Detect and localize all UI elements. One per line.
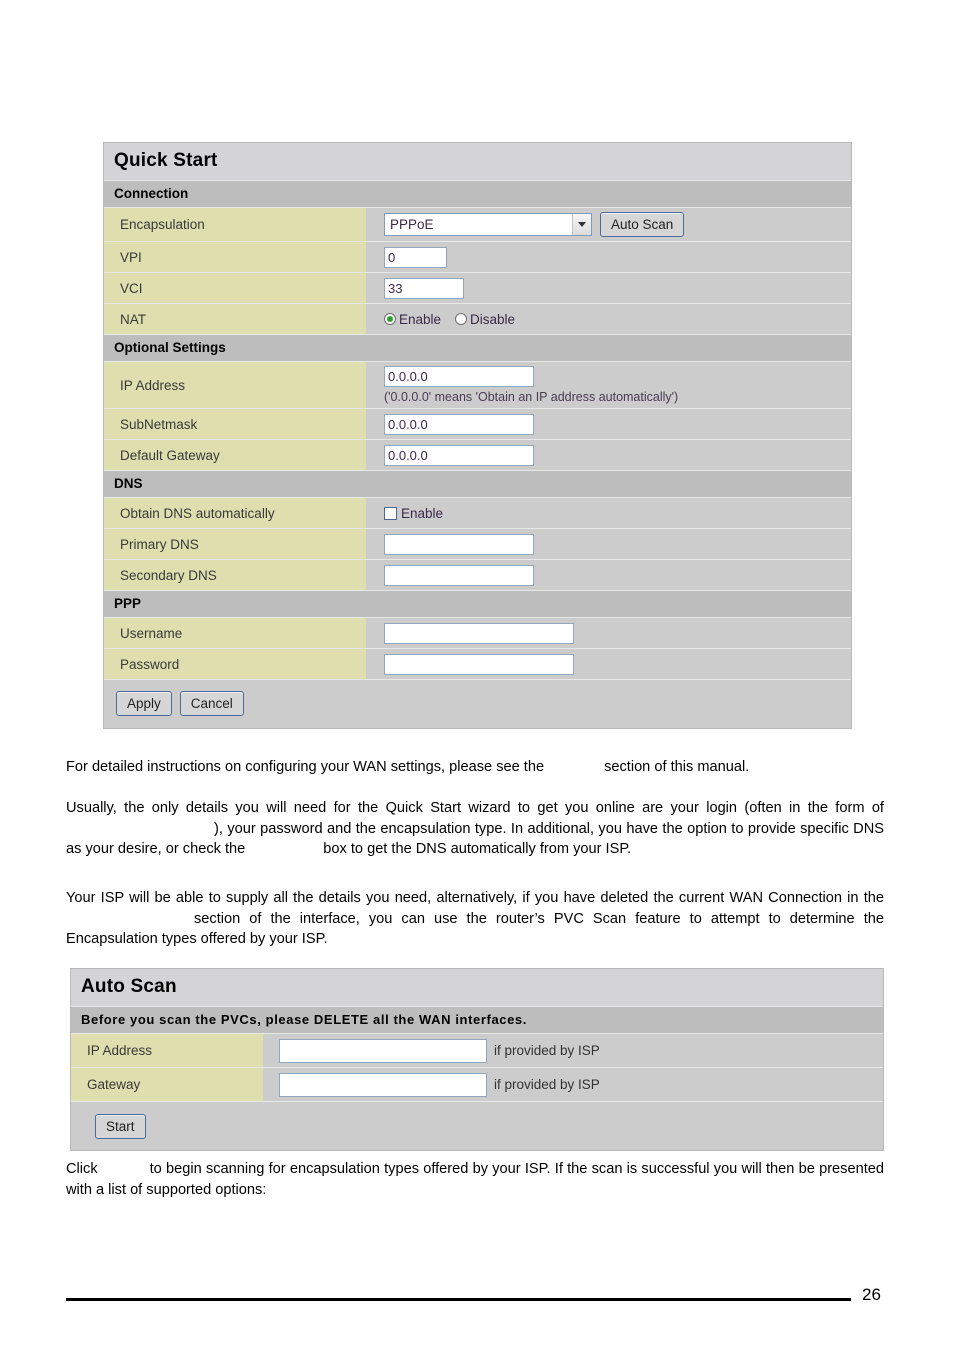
- auto-scan-button-bar: Start: [71, 1101, 883, 1150]
- row-obtain-dns: Obtain DNS automatically Enable: [104, 497, 851, 528]
- paragraph-2-part-a: Usually, the only details you will need …: [66, 800, 884, 816]
- default-gateway-input[interactable]: 0.0.0.0: [384, 444, 534, 466]
- encapsulation-selected-value: PPPoE: [390, 217, 434, 232]
- paragraph-wan-settings: For detailed instructions on configuring…: [66, 757, 884, 778]
- row-auto-scan-gateway: Gateway if provided by ISP: [71, 1067, 883, 1101]
- quick-start-button-bar: Apply Cancel: [104, 679, 851, 728]
- section-header-dns: DNS: [104, 470, 851, 497]
- nat-disable-label: Disable: [470, 311, 516, 327]
- row-password: Password: [104, 648, 851, 679]
- footer-divider: [66, 1298, 851, 1301]
- paragraph-4-part-a: Click: [66, 1161, 98, 1177]
- username-label: Username: [104, 618, 366, 648]
- ip-address-label: IP Address: [104, 362, 366, 408]
- ip-address-hint: ('0.0.0.0' means 'Obtain an IP address a…: [384, 390, 679, 404]
- section-header-ppp: PPP: [104, 590, 851, 617]
- paragraph-4-part-b: to begin scanning for encapsulation type…: [66, 1161, 884, 1198]
- nat-enable-radio-wrap[interactable]: Enable: [384, 312, 441, 327]
- row-secondary-dns: Secondary DNS: [104, 559, 851, 590]
- auto-scan-notice: Before you scan the PVCs, please DELETE …: [71, 1006, 883, 1033]
- quick-start-title: Quick Start: [104, 143, 851, 180]
- password-label: Password: [104, 649, 366, 679]
- row-primary-dns: Primary DNS: [104, 528, 851, 559]
- quick-start-panel: Quick Start Connection Encapsulation PPP…: [103, 142, 852, 729]
- encapsulation-select[interactable]: PPPoE: [384, 213, 592, 236]
- nat-label: NAT: [104, 304, 366, 334]
- vci-label: VCI: [104, 273, 366, 303]
- secondary-dns-label: Secondary DNS: [104, 560, 366, 590]
- section-header-optional-settings: Optional Settings: [104, 334, 851, 361]
- row-subnetmask: SubNetmask 0.0.0.0: [104, 408, 851, 439]
- nat-disable-radio-wrap[interactable]: Disable: [455, 312, 515, 327]
- nat-enable-label: Enable: [399, 311, 442, 327]
- primary-dns-label: Primary DNS: [104, 529, 366, 559]
- row-ip-address: IP Address 0.0.0.0 ('0.0.0.0' means 'Obt…: [104, 361, 851, 408]
- primary-dns-input[interactable]: [384, 533, 534, 555]
- subnetmask-input[interactable]: 0.0.0.0: [384, 413, 534, 435]
- obtain-dns-enable-label: Enable: [401, 505, 444, 521]
- auto-scan-ip-address-suffix: if provided by ISP: [494, 1043, 600, 1058]
- paragraph-isp-details: Your ISP will be able to supply all the …: [66, 888, 884, 950]
- row-vci: VCI 33: [104, 272, 851, 303]
- start-button[interactable]: Start: [95, 1114, 146, 1139]
- obtain-dns-checkbox[interactable]: [384, 506, 397, 520]
- username-input[interactable]: [384, 622, 574, 644]
- auto-scan-button[interactable]: Auto Scan: [600, 212, 685, 237]
- apply-button[interactable]: Apply: [116, 691, 172, 716]
- row-auto-scan-ip-address: IP Address if provided by ISP: [71, 1033, 883, 1067]
- nat-enable-radio[interactable]: [384, 313, 396, 325]
- section-header-connection: Connection: [104, 180, 851, 207]
- ip-address-input[interactable]: 0.0.0.0: [384, 366, 534, 387]
- auto-scan-ip-address-label: IP Address: [71, 1034, 263, 1067]
- paragraph-quick-start-details: Usually, the only details you will need …: [66, 798, 884, 860]
- paragraph-3-part-b: section of the interface, you can use th…: [66, 910, 884, 948]
- encapsulation-label: Encapsulation: [104, 208, 366, 241]
- default-gateway-label: Default Gateway: [104, 440, 366, 470]
- auto-scan-gateway-input[interactable]: [279, 1072, 487, 1097]
- auto-scan-gateway-suffix: if provided by ISP: [494, 1077, 600, 1092]
- auto-scan-ip-address-input[interactable]: [279, 1038, 487, 1063]
- nat-disable-radio[interactable]: [455, 313, 468, 325]
- password-input[interactable]: [384, 653, 574, 675]
- obtain-dns-label: Obtain DNS automatically: [104, 498, 366, 528]
- vpi-label: VPI: [104, 242, 366, 272]
- row-encapsulation: Encapsulation PPPoE Auto Scan: [104, 207, 851, 241]
- row-default-gateway: Default Gateway 0.0.0.0: [104, 439, 851, 470]
- chevron-down-icon[interactable]: [572, 214, 591, 235]
- paragraph-1-part-b: section of this manual.: [604, 759, 750, 775]
- auto-scan-panel: Auto Scan Before you scan the PVCs, plea…: [70, 968, 884, 1151]
- cancel-button[interactable]: Cancel: [179, 691, 244, 716]
- subnetmask-label: SubNetmask: [104, 409, 366, 439]
- secondary-dns-input[interactable]: [384, 564, 534, 586]
- row-vpi: VPI 0: [104, 241, 851, 272]
- row-nat: NAT Enable Disable: [104, 303, 851, 334]
- page-number: 26: [862, 1285, 881, 1304]
- paragraph-2-part-c: box to get the DNS automatically from yo…: [323, 841, 632, 857]
- paragraph-click-start: Click to begin scanning for encapsulation…: [66, 1159, 884, 1200]
- paragraph-3-part-a: Your ISP will be able to supply all the …: [66, 890, 884, 906]
- vci-input[interactable]: 33: [384, 277, 464, 299]
- row-username: Username: [104, 617, 851, 648]
- paragraph-1-part-a: For detailed instructions on configuring…: [66, 759, 545, 775]
- auto-scan-gateway-label: Gateway: [71, 1068, 263, 1101]
- auto-scan-title: Auto Scan: [71, 969, 883, 1006]
- vpi-input[interactable]: 0: [384, 246, 447, 268]
